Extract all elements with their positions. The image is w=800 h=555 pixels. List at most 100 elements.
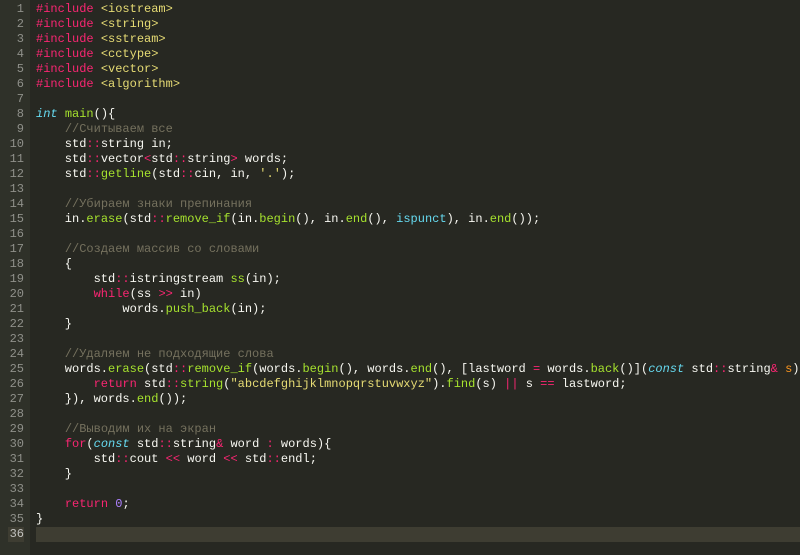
token-op: ::	[115, 272, 129, 286]
line-number: 32	[8, 467, 24, 482]
token-ident: string	[727, 362, 770, 376]
code-line: while(ss >> in)	[36, 287, 800, 302]
token-func: erase	[86, 212, 122, 226]
line-number: 29	[8, 422, 24, 437]
line-number: 5	[8, 62, 24, 77]
line-number: 6	[8, 77, 24, 92]
code-area[interactable]: #include <iostream>#include <string>#inc…	[30, 0, 800, 555]
line-number-gutter: 1234567891011121314151617181920212223242…	[0, 0, 30, 555]
token-op: ==	[540, 377, 554, 391]
token-func: remove_if	[166, 212, 231, 226]
token-op: ::	[86, 152, 100, 166]
token-op: ::	[173, 362, 187, 376]
token-kw-ctrl: for	[65, 437, 87, 451]
token-kw-ctrl: return	[65, 497, 108, 511]
token-func: getline	[101, 167, 151, 181]
code-line: return 0;	[36, 497, 800, 512]
code-line: //Убираем знаки препинания	[36, 197, 800, 212]
code-line	[36, 482, 800, 497]
code-line: in.erase(std::remove_if(in.begin(), in.e…	[36, 212, 800, 227]
code-line: {	[36, 257, 800, 272]
token-op: ||	[504, 377, 518, 391]
token-func: begin	[259, 212, 295, 226]
line-number: 23	[8, 332, 24, 347]
code-line: return std::string("abcdefghijklmnopqrst…	[36, 377, 800, 392]
code-line: }	[36, 467, 800, 482]
token-func: begin	[302, 362, 338, 376]
token-op: ::	[266, 452, 280, 466]
token-punct: }), words.	[36, 392, 137, 406]
token-func: ss	[230, 272, 244, 286]
token-str: <algorithm>	[101, 77, 180, 91]
token-punct: (in);	[230, 302, 266, 316]
token-punct: (std	[151, 167, 180, 181]
code-line: std::cout << word << std::endl;	[36, 452, 800, 467]
token-punct: (s)	[475, 377, 504, 391]
token-func: remove_if	[187, 362, 252, 376]
token-punct: );	[281, 167, 295, 181]
line-number: 9	[8, 122, 24, 137]
token-func: end	[490, 212, 512, 226]
token-punct: std	[36, 272, 115, 286]
token-punct: (in.	[230, 212, 259, 226]
code-line: //Создаем массив со словами	[36, 242, 800, 257]
token-ident: istringstream	[130, 272, 231, 286]
token-op: ::	[166, 377, 180, 391]
token-punct	[94, 47, 101, 61]
token-punct: word	[180, 452, 223, 466]
token-op: >	[230, 152, 237, 166]
token-comment: //Создаем массив со словами	[65, 242, 259, 256]
token-punct: ), in.	[447, 212, 490, 226]
code-line: words.push_back(in);	[36, 302, 800, 317]
token-kw-pre: #include	[36, 2, 94, 16]
token-func: back	[591, 362, 620, 376]
line-number: 12	[8, 167, 24, 182]
token-op: ::	[86, 137, 100, 151]
code-line	[36, 227, 800, 242]
token-comment: //Считываем все	[65, 122, 173, 136]
token-op: ::	[713, 362, 727, 376]
line-number: 11	[8, 152, 24, 167]
token-punct	[36, 287, 94, 301]
token-punct: in.	[36, 212, 86, 226]
token-punct: (ss	[130, 287, 159, 301]
token-comment: //Удаляем не подходящие слова	[65, 347, 274, 361]
token-punct	[94, 77, 101, 91]
line-number: 33	[8, 482, 24, 497]
token-kw-type: const	[648, 362, 684, 376]
token-punct: }	[36, 467, 72, 481]
token-kw-type: const	[94, 437, 130, 451]
code-line: std::getline(std::cin, in, '.');	[36, 167, 800, 182]
line-number: 18	[8, 257, 24, 272]
token-punct: std	[36, 152, 86, 166]
token-punct: (), words.	[339, 362, 411, 376]
line-number: 3	[8, 32, 24, 47]
token-func: end	[137, 392, 159, 406]
token-kw-ctrl: while	[94, 287, 130, 301]
line-number: 13	[8, 182, 24, 197]
line-number: 7	[8, 92, 24, 107]
code-line: //Считываем все	[36, 122, 800, 137]
token-op: >>	[158, 287, 172, 301]
line-number: 22	[8, 317, 24, 332]
token-op: <<	[166, 452, 180, 466]
code-line: std::vector<std::string> words;	[36, 152, 800, 167]
code-line: #include <algorithm>	[36, 77, 800, 92]
token-str: <sstream>	[101, 32, 166, 46]
line-number: 10	[8, 137, 24, 152]
token-kw-pre: #include	[36, 62, 94, 76]
token-punct	[58, 107, 65, 121]
code-line: for(const std::string& word : words){	[36, 437, 800, 452]
code-line: #include <vector>	[36, 62, 800, 77]
token-punct: (std	[122, 212, 151, 226]
token-str: <vector>	[101, 62, 159, 76]
token-func: end	[411, 362, 433, 376]
code-line	[36, 527, 800, 542]
token-punct: s	[519, 377, 541, 391]
token-punct: ).	[432, 377, 446, 391]
token-op: :	[267, 437, 274, 451]
token-str: <cctype>	[101, 47, 159, 61]
line-number: 1	[8, 2, 24, 17]
token-str: <iostream>	[101, 2, 173, 16]
line-number: 31	[8, 452, 24, 467]
